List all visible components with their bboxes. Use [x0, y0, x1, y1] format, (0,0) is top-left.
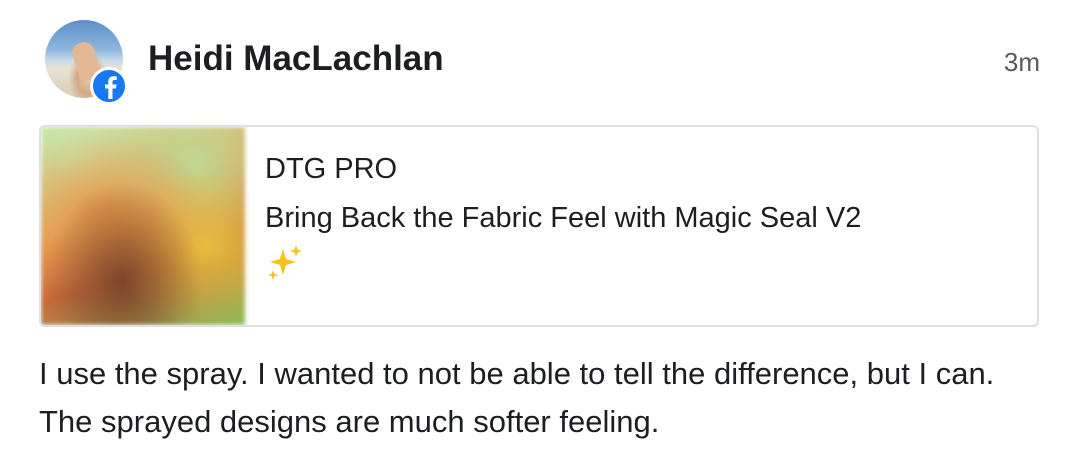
- link-thumbnail-image[interactable]: [41, 127, 245, 325]
- link-card-body: DTG PRO Bring Back the Fabric Feel with …: [265, 149, 1017, 297]
- author-name[interactable]: Heidi MacLachlan: [148, 39, 444, 79]
- post-header: Heidi MacLachlan 3m: [45, 20, 1040, 105]
- facebook-icon: [90, 67, 128, 105]
- comment-text: I use the spray. I wanted to not be able…: [39, 356, 995, 439]
- link-title: Bring Back the Fabric Feel with Magic Se…: [265, 195, 1017, 297]
- link-preview-card[interactable]: DTG PRO Bring Back the Fabric Feel with …: [39, 125, 1039, 327]
- link-title-text: Bring Back the Fabric Feel with Magic Se…: [265, 202, 862, 234]
- sparkles-icon: [265, 243, 1017, 297]
- post-timestamp[interactable]: 3m: [1004, 47, 1040, 78]
- link-site-name: DTG PRO: [265, 153, 398, 185]
